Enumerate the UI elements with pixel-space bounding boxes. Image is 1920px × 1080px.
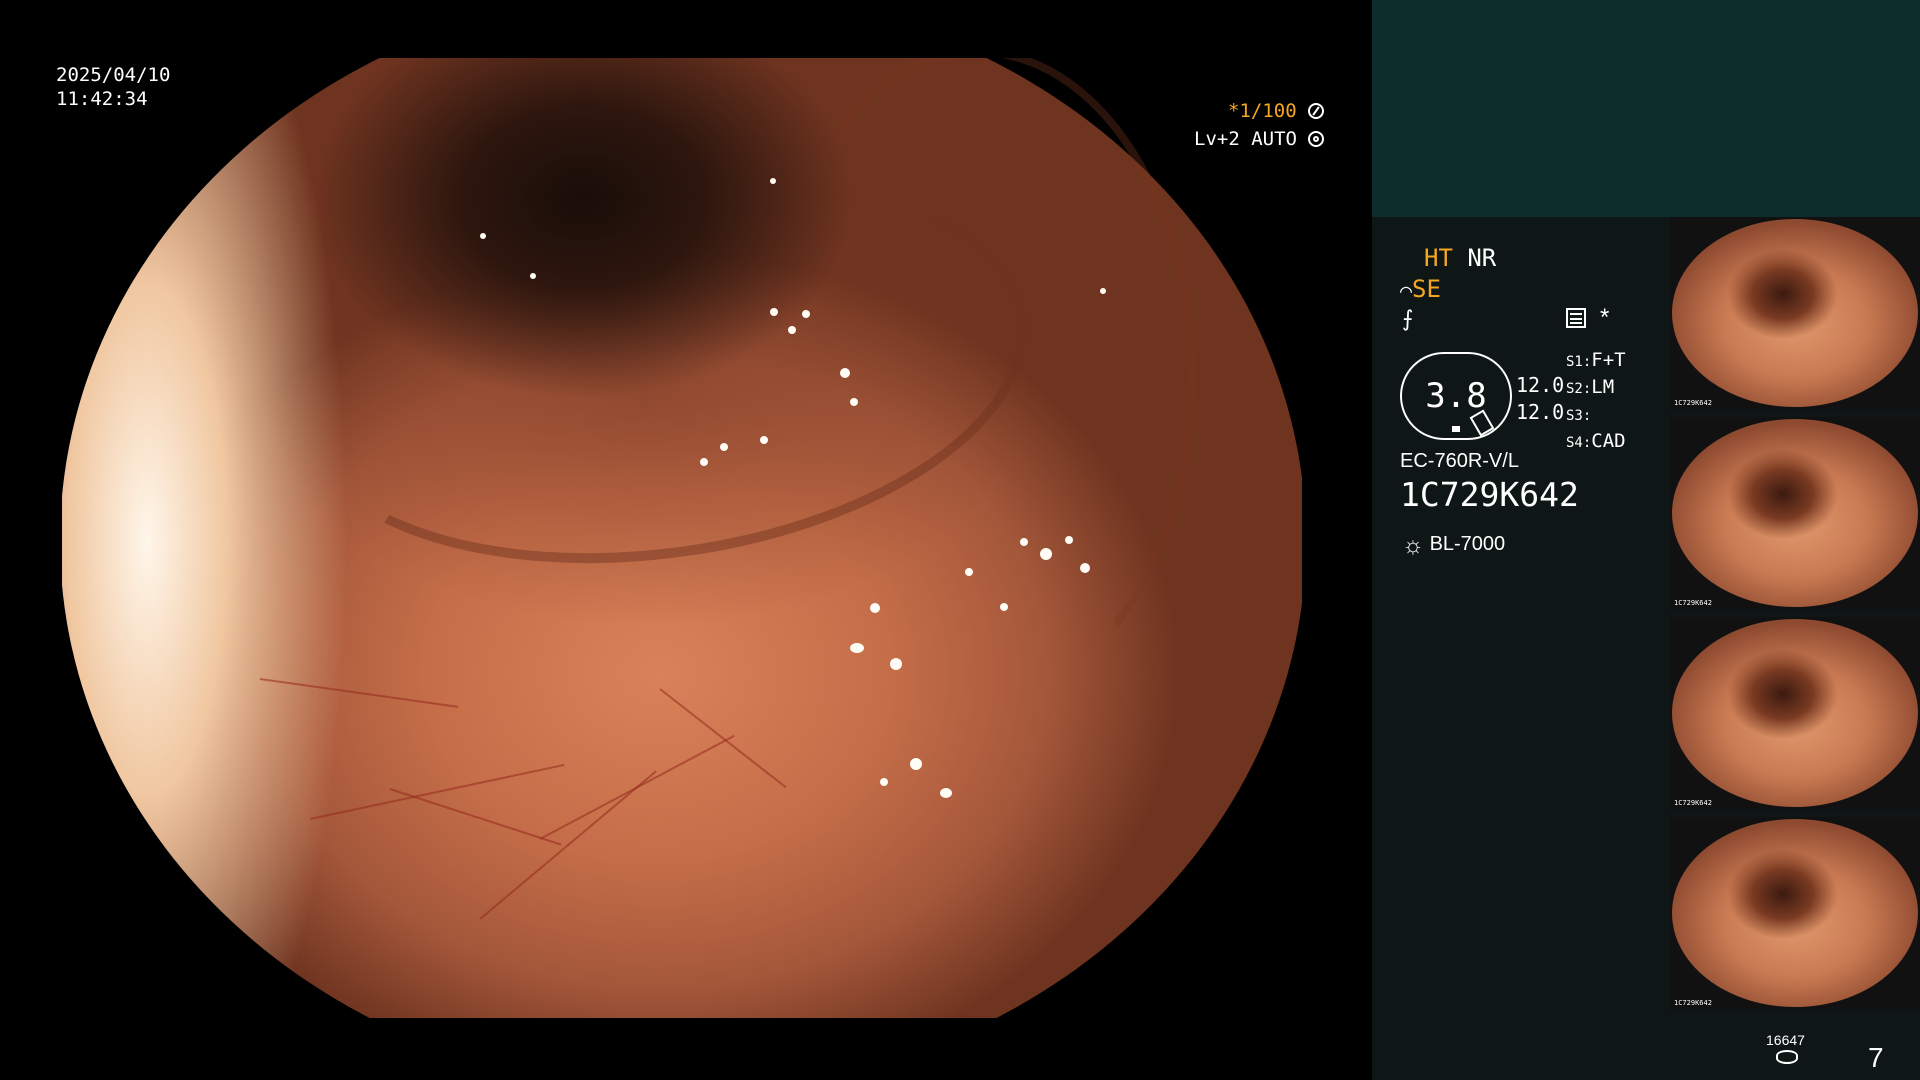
scope-image xyxy=(62,58,1302,1018)
scope-model: EC-760R-V/L xyxy=(1400,450,1519,472)
capture-count: 16647 xyxy=(1766,1032,1805,1048)
mucosal-fold xyxy=(760,58,1196,704)
info-header xyxy=(1372,0,1920,217)
iris-readout: Lv+2 AUTO xyxy=(1194,128,1297,150)
thumbnail-serial: 1C729K642 xyxy=(1674,799,1712,807)
thumbnail-serial: 1C729K642 xyxy=(1674,999,1712,1007)
thumbnail-image xyxy=(1672,619,1918,807)
value-1: 12.0 xyxy=(1516,373,1565,397)
thumbnail-1[interactable]: 1C729K642 xyxy=(1670,217,1920,409)
mode-ht: HT xyxy=(1424,244,1453,272)
time-readout: 11:42:34 xyxy=(56,88,148,110)
thumbnail-image xyxy=(1672,419,1918,607)
light-source-icon: ☼ xyxy=(1402,532,1424,559)
storage-icon xyxy=(1776,1050,1798,1064)
switch-list: S1:F+T S2:LM S3: S4:CAD xyxy=(1566,348,1626,456)
scope-serial: 1C729K642 xyxy=(1400,475,1579,514)
thumbnail-4[interactable]: 1C729K642 xyxy=(1670,817,1920,1009)
thumbnail-image xyxy=(1672,219,1918,407)
switch-s1: S1:F+T xyxy=(1566,349,1626,371)
thumbnail-serial: 1C729K642 xyxy=(1674,599,1712,607)
mode-nr: NR xyxy=(1467,244,1497,272)
zoom-value: 3.8 xyxy=(1425,376,1487,416)
date-readout: 2025/04/10 xyxy=(56,64,171,86)
aperture-icon xyxy=(1308,103,1325,119)
mode-se: SE xyxy=(1412,275,1441,303)
auto-iris-icon xyxy=(1308,131,1325,147)
endoscope-view: 2025/04/10 11:42:34 *1/100 Lv+2 AUTO xyxy=(0,0,1372,1080)
thumbnail-3[interactable]: 1C729K642 xyxy=(1670,617,1920,809)
switch-s3: S3: xyxy=(1566,408,1592,424)
thumbnail-2[interactable]: 1C729K642 xyxy=(1670,417,1920,609)
scope-image-frame xyxy=(62,58,1302,1018)
switch-s4: S4:CAD xyxy=(1566,430,1626,452)
value-2: 12.0 xyxy=(1516,400,1565,424)
star-indicator: * xyxy=(1600,304,1610,331)
thumbnail-strip: 1C729K642 1C729K642 1C729K642 1C729K642 xyxy=(1670,217,1920,1017)
image-index: 7 xyxy=(1868,1042,1884,1073)
thumbnail-serial: 1C729K642 xyxy=(1674,399,1712,407)
settings-list-icon xyxy=(1566,308,1586,328)
switch-s2: S2:LM xyxy=(1566,376,1615,398)
structure-enhance-icon: ⌒ xyxy=(1400,278,1413,302)
color-mode-icon: ⨍ xyxy=(1402,306,1414,331)
zoom-badge: 3.8 xyxy=(1400,352,1512,440)
shutter-readout: *1/100 xyxy=(1228,100,1297,122)
thumbnail-image xyxy=(1672,819,1918,1007)
light-source: BL-7000 xyxy=(1429,533,1506,555)
